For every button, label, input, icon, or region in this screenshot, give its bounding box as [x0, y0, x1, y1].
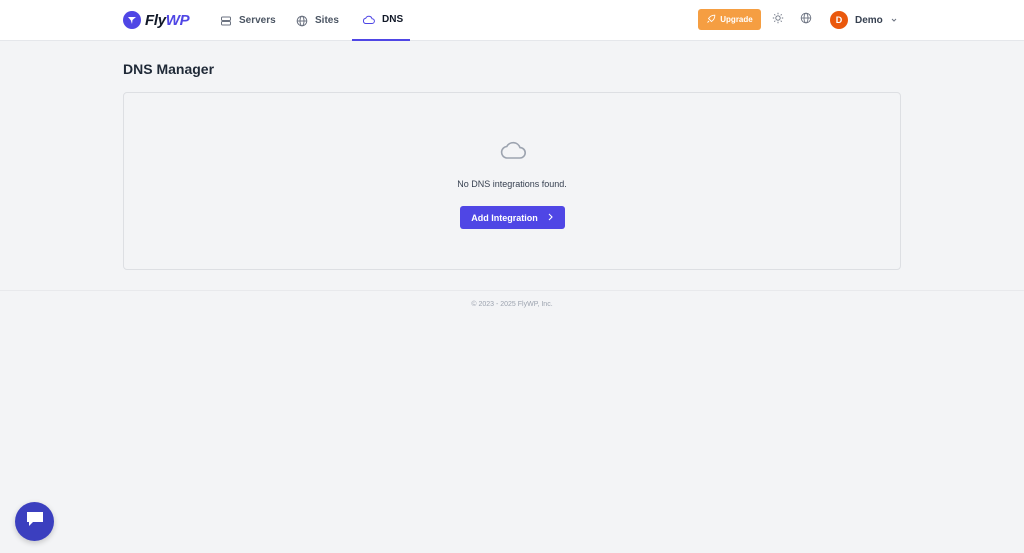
language-button[interactable] [798, 12, 814, 28]
logo-text: FlyWP [145, 11, 190, 29]
paper-plane-icon [123, 11, 141, 29]
nav-servers-label: Servers [239, 15, 276, 26]
theme-toggle-button[interactable] [770, 12, 786, 28]
dns-empty-state-panel: No DNS integrations found. Add Integrati… [123, 92, 901, 270]
cloud-icon [362, 14, 375, 25]
globe-icon [800, 11, 812, 29]
chat-bubble-icon [25, 510, 45, 533]
top-navbar: FlyWP Servers Sites DNS Upgrade D Demo [0, 0, 1024, 41]
upgrade-label: Upgrade [720, 15, 753, 24]
add-integration-label: Add Integration [471, 212, 538, 223]
avatar: D [830, 11, 848, 29]
server-icon [220, 15, 232, 27]
chevron-down-icon [890, 11, 898, 29]
chat-launcher-button[interactable] [15, 502, 54, 541]
sun-icon [772, 11, 784, 29]
nav-dns-label: DNS [382, 14, 404, 25]
rocket-icon [706, 14, 716, 26]
nav-dns[interactable]: DNS [352, 0, 410, 41]
globe-icon [296, 15, 308, 27]
main-nav: Servers Sites DNS [210, 0, 410, 41]
empty-state-message: No DNS integrations found. [457, 179, 567, 189]
page-title: DNS Manager [123, 61, 215, 77]
cloud-icon [499, 137, 527, 161]
add-integration-button[interactable]: Add Integration [460, 206, 565, 229]
chevron-right-icon [546, 212, 554, 224]
nav-servers[interactable]: Servers [210, 0, 286, 41]
flywp-logo[interactable]: FlyWP [123, 10, 190, 30]
footer-copyright: © 2023 - 2025 FlyWP, Inc. [471, 301, 553, 308]
upgrade-button[interactable]: Upgrade [698, 9, 761, 30]
footer-divider [0, 290, 1024, 291]
nav-sites[interactable]: Sites [286, 0, 350, 41]
nav-sites-label: Sites [315, 15, 339, 26]
user-menu[interactable]: D Demo [830, 10, 898, 30]
user-name: Demo [855, 14, 883, 26]
